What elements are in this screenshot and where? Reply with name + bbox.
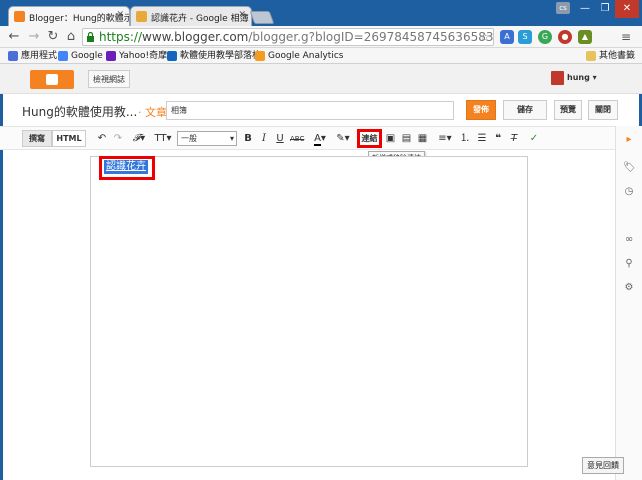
bookmark-google-analytics[interactable]: Google Analytics bbox=[255, 50, 343, 62]
insert-video-icon[interactable]: ▤ bbox=[400, 132, 413, 146]
reload-icon[interactable]: ↻ bbox=[45, 29, 61, 45]
blog-name[interactable]: Hung的軟體使用教... bbox=[22, 103, 137, 120]
blogger-logo-icon bbox=[46, 74, 58, 85]
spellcheck-icon[interactable]: ✓ bbox=[528, 132, 540, 146]
underline-icon[interactable]: U bbox=[275, 132, 285, 146]
compose-mode-button[interactable]: 撰寫 bbox=[22, 130, 52, 147]
feedback-button[interactable]: 意見回饋 bbox=[582, 457, 624, 474]
location-pin-icon[interactable]: ⚲ bbox=[623, 258, 635, 270]
url-host: www.blogger.com bbox=[142, 30, 249, 44]
blogger-logo-button[interactable] bbox=[30, 70, 74, 89]
url-path: /blogger.g?blogID=2697845874563658378#ed… bbox=[248, 30, 494, 44]
highlight-color-icon[interactable]: ✎▾ bbox=[334, 132, 352, 146]
google-icon bbox=[58, 51, 68, 61]
lock-icon bbox=[87, 32, 94, 42]
options-gear-icon[interactable]: ⚙ bbox=[623, 282, 635, 294]
translate-icon[interactable]: A bbox=[500, 30, 514, 44]
ext-evernote-icon[interactable]: G bbox=[538, 30, 552, 44]
bookmark-google[interactable]: Google bbox=[58, 50, 103, 62]
insert-image-icon[interactable]: ▣ bbox=[384, 132, 397, 146]
post-title-input[interactable]: 相簿 bbox=[166, 101, 454, 120]
tab-title: 認識花卉 - Google 相簿 bbox=[151, 14, 249, 24]
clear-formatting-icon[interactable]: T̶ bbox=[508, 132, 520, 146]
tab-blogger[interactable]: Blogger：Hung的軟體示 ✕ bbox=[8, 6, 130, 26]
analytics-icon bbox=[255, 51, 265, 61]
close-button[interactable]: 關閉 bbox=[588, 100, 618, 120]
back-arrow-icon[interactable]: ← bbox=[6, 29, 22, 45]
link-button[interactable]: 連結 bbox=[357, 129, 382, 148]
chrome-menu-icon[interactable]: ≡ bbox=[618, 29, 634, 45]
quote-icon[interactable]: ❝ bbox=[492, 132, 504, 146]
highlight-box bbox=[99, 156, 155, 180]
chrome-user-badge[interactable]: cs bbox=[556, 2, 570, 14]
browser-toolbar: ← → ↻ ⌂ https://www.blogger.com/blogger.… bbox=[0, 26, 642, 48]
post-settings-panel: ▸ 🏷 ◷ ∞ ⚲ ⚙ bbox=[615, 126, 642, 480]
bookmarks-bar: 應用程式 Google Yahoo!奇摩 軟體使用教學部落格 Google An… bbox=[0, 48, 642, 64]
avatar bbox=[551, 71, 564, 85]
maximize-button[interactable]: ❐ bbox=[595, 0, 615, 18]
permalink-icon[interactable]: ∞ bbox=[623, 234, 635, 246]
tab-google-photos[interactable]: 認識花卉 - Google 相簿 ✕ bbox=[130, 6, 252, 26]
folder-icon bbox=[586, 51, 596, 61]
html-mode-button[interactable]: HTML bbox=[52, 130, 86, 147]
bookmark-label: 其他書籤 bbox=[599, 51, 636, 61]
username: hung bbox=[567, 73, 590, 82]
yahoo-icon bbox=[106, 51, 116, 61]
url-scheme: https:// bbox=[99, 30, 143, 44]
other-bookmarks[interactable]: 其他書籤 bbox=[586, 50, 635, 62]
account-menu[interactable]: hung ▾ bbox=[551, 71, 597, 87]
redo-icon[interactable]: ↷ bbox=[112, 132, 124, 146]
bookmark-label: 應用程式 bbox=[21, 51, 58, 61]
home-icon[interactable]: ⌂ bbox=[63, 29, 79, 45]
bookmark-star-icon[interactable]: ☆ bbox=[479, 29, 490, 45]
bold-icon[interactable]: B bbox=[243, 132, 253, 146]
bookmark-apps[interactable]: 應用程式 bbox=[8, 50, 57, 62]
bookmark-label: Google bbox=[71, 51, 103, 61]
bullet-list-icon[interactable]: ☰ bbox=[476, 132, 488, 146]
new-tab-button[interactable] bbox=[249, 11, 275, 24]
font-size-icon[interactable]: TT▾ bbox=[153, 132, 173, 146]
bookmark-label: Yahoo!奇摩 bbox=[119, 51, 168, 61]
post-title-row: Hung的軟體使用教... · 文章 相簿 發佈 儲存 預覽 關閉 bbox=[0, 94, 642, 126]
labels-tag-icon[interactable]: 🏷 bbox=[623, 162, 636, 174]
close-tab-icon[interactable]: ✕ bbox=[116, 10, 124, 20]
blog-icon bbox=[167, 51, 177, 61]
browser-tab-strip: Blogger：Hung的軟體示 ✕ 認識花卉 - Google 相簿 ✕ cs… bbox=[0, 0, 642, 26]
address-bar[interactable]: https://www.blogger.com/blogger.g?blogID… bbox=[82, 28, 494, 46]
paragraph-format-select[interactable]: 一般 bbox=[177, 131, 237, 146]
format-toolbar: 撰寫 HTML ↶ ↷ 𝓕▾ TT▾ 一般 B I U ABC A▾ ✎▾ 連結… bbox=[0, 126, 615, 150]
bookmark-software-blog[interactable]: 軟體使用教學部落格 bbox=[167, 50, 261, 62]
posts-link[interactable]: · 文章 bbox=[138, 104, 167, 120]
view-blog-button[interactable]: 檢視網誌 bbox=[88, 70, 130, 88]
save-button[interactable]: 儲存 bbox=[503, 100, 547, 120]
minimize-button[interactable]: — bbox=[575, 0, 595, 18]
insert-jump-break-icon[interactable]: ▦ bbox=[416, 132, 429, 146]
text-color-icon[interactable]: A▾ bbox=[311, 132, 329, 146]
bookmark-yahoo[interactable]: Yahoo!奇摩 bbox=[106, 50, 167, 62]
ext-sync-icon[interactable]: S bbox=[518, 30, 532, 44]
schedule-clock-icon[interactable]: ◷ bbox=[623, 186, 635, 198]
photos-favicon-icon bbox=[136, 11, 147, 22]
ext-stop-icon[interactable]: ● bbox=[558, 30, 572, 44]
close-tab-icon[interactable]: ✕ bbox=[238, 10, 246, 20]
undo-icon[interactable]: ↶ bbox=[96, 132, 108, 146]
forward-arrow-icon[interactable]: → bbox=[26, 29, 42, 45]
tab-title: Blogger：Hung的軟體示 bbox=[29, 14, 130, 24]
numbered-list-icon[interactable]: ⒈ bbox=[459, 132, 471, 146]
font-family-icon[interactable]: 𝓕▾ bbox=[130, 132, 148, 146]
bookmark-label: 軟體使用教學部落格 bbox=[180, 51, 262, 61]
ext-puzzle-icon[interactable]: ▲ bbox=[578, 30, 592, 44]
bookmark-label: Google Analytics bbox=[268, 51, 344, 61]
close-window-button[interactable]: ✕ bbox=[615, 0, 639, 18]
preview-button[interactable]: 預覽 bbox=[554, 100, 582, 120]
publish-button[interactable]: 發佈 bbox=[466, 100, 496, 120]
apps-grid-icon bbox=[8, 51, 18, 61]
italic-icon[interactable]: I bbox=[259, 132, 269, 146]
blogger-header: 檢視網誌 hung ▾ bbox=[0, 64, 642, 94]
align-icon[interactable]: ≡▾ bbox=[436, 132, 454, 146]
strikethrough-icon[interactable]: ABC bbox=[290, 132, 304, 146]
blogger-favicon-icon bbox=[14, 11, 25, 22]
post-editor-body[interactable] bbox=[90, 156, 528, 467]
collapse-arrow-icon[interactable]: ▸ bbox=[623, 134, 635, 146]
